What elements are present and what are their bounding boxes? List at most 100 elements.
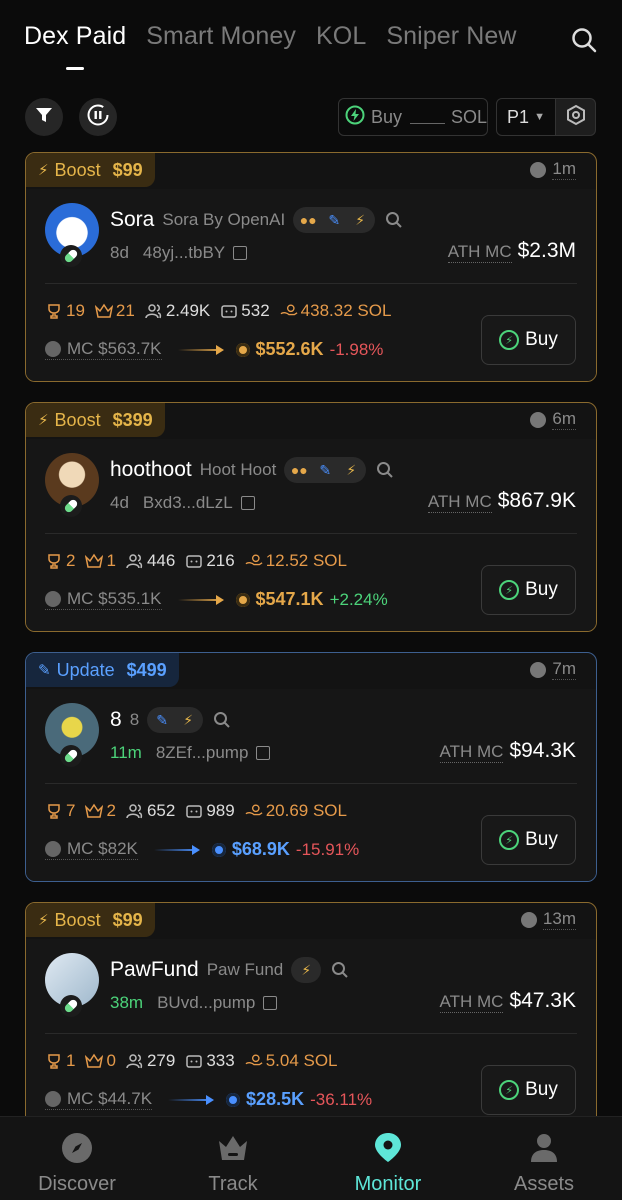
token-full-name: Paw Fund [206, 960, 284, 979]
holders-count: 652 [146, 801, 176, 820]
filter-toolbar: Buy SOL P1 ▼ [0, 98, 622, 138]
token-full-name: 8 [129, 710, 140, 729]
search-icon[interactable] [570, 26, 598, 54]
copy-icon[interactable] [233, 246, 248, 260]
tag-price: $99 [112, 159, 143, 180]
trophy-stat: 19 [45, 301, 85, 321]
search-icon[interactable] [376, 461, 394, 479]
search-icon[interactable] [213, 711, 231, 729]
quick-buy-amount-field[interactable]: Buy SOL [338, 98, 488, 136]
bots-stat: 989 [185, 801, 235, 821]
volume-stat: 12.52 SOL [245, 551, 347, 571]
current-market-cap: $547.1K [255, 589, 324, 609]
token-card[interactable]: ⚡ Boost $99 1m Sora Sora By OpenAI ●● ✎ … [25, 152, 597, 382]
pill-icon [60, 495, 82, 517]
badge-chips: ●● ✎ ⚡ [293, 207, 376, 233]
ath-label: ATH MC [439, 992, 504, 1013]
badge-chips: ●● ✎ ⚡ [284, 457, 367, 483]
boost-tag: ⚡ Boost $99 [26, 153, 155, 187]
nav-monitor[interactable]: Monitor [333, 1131, 443, 1196]
coin-icon [211, 842, 226, 857]
initial-market-cap: MC $563.7K [45, 339, 162, 360]
token-symbol[interactable]: hoothoot [110, 458, 192, 482]
search-icon[interactable] [385, 211, 403, 229]
nav-track[interactable]: Track [178, 1131, 288, 1196]
tab-smart-money[interactable]: Smart Money [146, 22, 296, 51]
copy-icon[interactable] [240, 496, 255, 510]
trophy-count: 7 [66, 801, 76, 820]
search-icon[interactable] [331, 961, 349, 979]
token-age: 4d [110, 493, 129, 512]
buy-button[interactable]: ⚡ Buy [481, 315, 576, 365]
divider [45, 533, 577, 534]
tab-kol[interactable]: KOL [316, 22, 366, 51]
hand-coins-icon [280, 302, 298, 320]
filter-button[interactable] [25, 98, 63, 136]
pause-button[interactable] [79, 98, 117, 136]
hand-coins-icon [245, 552, 263, 570]
holders-stat: 2.49K [145, 301, 210, 321]
bot-icon [185, 802, 203, 820]
trophy-stat: 1 [45, 1051, 75, 1071]
token-age: 38m [110, 993, 144, 1012]
crown-count: 0 [106, 1051, 116, 1070]
nav-discover[interactable]: Discover [22, 1131, 132, 1196]
clock-icon [530, 161, 547, 178]
bots-stat: 216 [185, 551, 235, 571]
buy-button-label: Buy [525, 579, 558, 600]
buy-button[interactable]: ⚡ Buy [481, 1065, 576, 1115]
copy-icon[interactable] [256, 746, 271, 760]
clock-icon [520, 911, 537, 928]
lightning-icon: ⚡ [38, 912, 49, 929]
bot-icon [185, 552, 203, 570]
community-icon: ●● [290, 462, 308, 478]
contract-address[interactable]: Bxd3...dLzL [143, 493, 233, 513]
users-icon [126, 1052, 144, 1070]
holders-count: 279 [146, 1051, 176, 1070]
coin-icon [226, 1092, 241, 1107]
lightning-circle-icon: ⚡ [499, 580, 520, 600]
buy-button[interactable]: ⚡ Buy [481, 815, 576, 865]
token-card[interactable]: ⚡ Boost $399 6m hoothoot Hoot Hoot ●● ✎ … [25, 402, 597, 632]
contract-address[interactable]: 48yj...tbBY [143, 243, 225, 263]
token-card[interactable]: ✎ Update $499 7m 8 8 ✎ ⚡ 11m 8ZEf...pump… [25, 652, 597, 882]
holders-stat: 446 [126, 551, 175, 571]
token-full-name: Sora By OpenAI [162, 210, 286, 229]
badge-chips: ✎ ⚡ [147, 707, 204, 733]
lightning-circle-icon: ⚡ [499, 330, 520, 350]
boost-tag: ⚡ Boost $399 [26, 403, 165, 437]
token-meta-row: 11m 8ZEf...pump [110, 743, 271, 763]
divider [45, 1033, 577, 1034]
nav-assets-label: Assets [513, 1173, 575, 1195]
amount-input-line[interactable] [410, 122, 445, 124]
token-card[interactable]: ⚡ Boost $99 13m PawFund Paw Fund ⚡ 38m B… [25, 902, 597, 1132]
token-age: 11m [110, 743, 142, 762]
contract-address[interactable]: BUvd...pump [157, 993, 255, 1013]
bot-icon [185, 1052, 203, 1070]
preset-select[interactable]: P1 ▼ [496, 98, 556, 136]
bottom-nav: Discover Track Monitor Assets [0, 1116, 622, 1200]
initial-market-cap-value: MC $535.1K [67, 589, 162, 608]
tab-dex-paid[interactable]: Dex Paid [24, 22, 126, 70]
ath-value: $47.3K [509, 989, 576, 1012]
buy-button[interactable]: ⚡ Buy [481, 565, 576, 615]
contract-address[interactable]: 8ZEf...pump [156, 743, 249, 763]
percent-change: -15.91% [295, 839, 360, 859]
initial-market-cap-value: MC $44.7K [67, 1089, 153, 1108]
trophy-count: 19 [66, 301, 85, 320]
token-symbol[interactable]: Sora [110, 208, 154, 232]
settings-button[interactable] [556, 98, 596, 136]
token-symbol[interactable]: PawFund [110, 958, 199, 982]
tab-sniper-new[interactable]: Sniper New [386, 22, 516, 51]
nav-assets[interactable]: Assets [489, 1131, 599, 1196]
update-icon: ✎ [156, 711, 169, 728]
token-symbol[interactable]: 8 [110, 708, 122, 732]
hexagon-gear-icon [565, 104, 587, 131]
copy-icon[interactable] [263, 996, 278, 1010]
preset-label: P1 [507, 106, 530, 127]
initial-market-cap: MC $535.1K [45, 589, 162, 610]
crown-count: 2 [106, 801, 116, 820]
initial-market-cap-value: MC $82K [67, 839, 138, 858]
clock-icon [45, 591, 61, 607]
compass-icon [60, 1131, 94, 1165]
